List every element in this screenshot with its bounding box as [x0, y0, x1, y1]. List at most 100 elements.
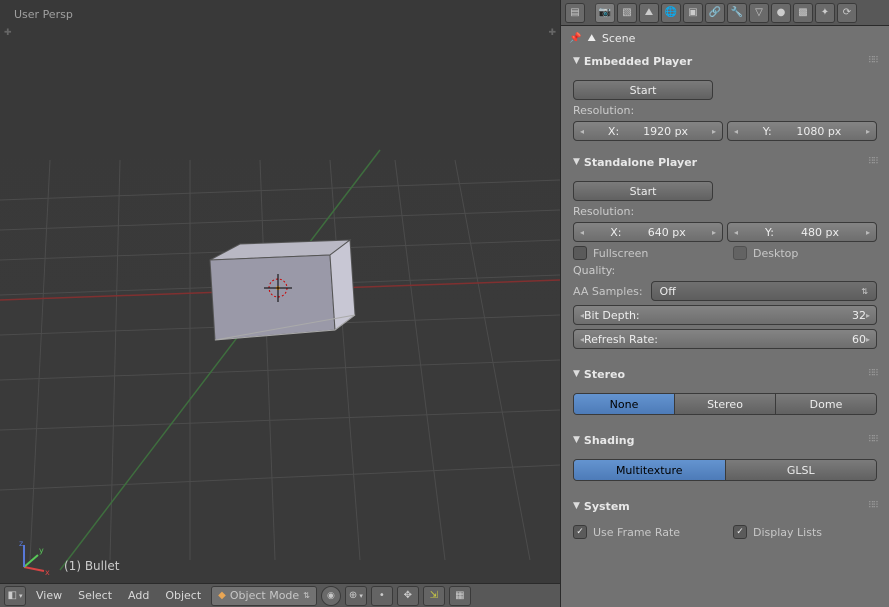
physics-icon: ⟳: [843, 7, 851, 18]
chevron-left-icon[interactable]: ◂: [734, 228, 738, 237]
physics-tab[interactable]: ⟳: [837, 3, 857, 23]
layers-icon: ▦: [455, 590, 464, 601]
fullscreen-label: Fullscreen: [593, 247, 648, 260]
embedded-res-x-field[interactable]: ◂ X: 1920 px ▸: [573, 121, 723, 141]
select-menu[interactable]: Select: [72, 589, 118, 602]
grip-icon[interactable]: ⠿⠿: [868, 369, 877, 379]
object-menu[interactable]: Object: [159, 589, 207, 602]
display-lists-checkbox[interactable]: [733, 525, 747, 539]
particles-tab[interactable]: ✦: [815, 3, 835, 23]
embedded-res-y-field[interactable]: ◂ Y: 1080 px ▸: [727, 121, 877, 141]
world-tab[interactable]: 🌐: [661, 3, 681, 23]
chevron-right-icon[interactable]: ▸: [866, 127, 870, 136]
panel-header-stereo[interactable]: ▼ Stereo ⠿⠿: [573, 363, 877, 385]
grip-icon[interactable]: ⠿⠿: [868, 435, 877, 445]
aa-samples-label: AA Samples:: [573, 285, 643, 298]
3d-viewport[interactable]: x y z User Persp ✚ ✚ (1) Bullet ◧▾ View …: [0, 0, 560, 607]
panel-title: Shading: [584, 434, 868, 447]
manipulator-toggle[interactable]: ✥: [397, 586, 419, 606]
chevron-right-icon[interactable]: ▸: [712, 127, 716, 136]
stereo-stereo-button[interactable]: Stereo: [675, 394, 776, 414]
stereo-mode-segmented: None Stereo Dome: [573, 393, 877, 415]
mesh-icon: ▽: [755, 7, 763, 18]
material-tab[interactable]: ●: [771, 3, 791, 23]
chevron-down-icon: ▾: [359, 592, 363, 600]
active-object-info: (1) Bullet: [64, 559, 119, 573]
shading-mode-button[interactable]: ◉: [321, 586, 341, 606]
standalone-res-x-field[interactable]: ◂ X: 640 px ▸: [573, 222, 723, 242]
modifiers-tab[interactable]: 🔧: [727, 3, 747, 23]
stereo-none-button[interactable]: None: [574, 394, 675, 414]
grip-icon[interactable]: ⠿⠿: [868, 56, 877, 66]
editor-type-selector[interactable]: ◧▾: [4, 586, 26, 606]
panel-header-embedded-player[interactable]: ▼ Embedded Player ⠿⠿: [573, 50, 877, 72]
pivot-lock-button[interactable]: •: [371, 586, 393, 606]
panel-header-system[interactable]: ▼ System ⠿⠿: [573, 495, 877, 517]
quality-label: Quality:: [573, 264, 877, 277]
mode-selector-label: Object Mode: [230, 589, 299, 602]
scene-object-cube[interactable]: [210, 240, 355, 340]
chevron-left-icon[interactable]: ◂: [734, 127, 738, 136]
chevron-right-icon[interactable]: ▸: [712, 228, 716, 237]
mode-selector[interactable]: ◆ Object Mode ⇅: [211, 586, 317, 606]
region-split-handle-tr[interactable]: ✚: [548, 28, 556, 38]
view-menu[interactable]: View: [30, 589, 68, 602]
aa-samples-select[interactable]: Off ⇅: [651, 281, 877, 301]
data-tab[interactable]: ▽: [749, 3, 769, 23]
standalone-start-button[interactable]: Start: [573, 181, 713, 201]
particles-icon: ✦: [821, 7, 829, 18]
embedded-resolution-label: Resolution:: [573, 104, 877, 117]
shading-glsl-button[interactable]: GLSL: [726, 460, 877, 480]
field-label: X:: [610, 226, 621, 239]
globe-icon: 🌐: [665, 7, 677, 18]
display-lists-label: Display Lists: [753, 526, 822, 539]
pivot-selector[interactable]: ⊕▾: [345, 586, 367, 606]
render-layers-tab[interactable]: ▧: [617, 3, 637, 23]
standalone-res-y-field[interactable]: ◂ Y: 480 px ▸: [727, 222, 877, 242]
pin-icon[interactable]: 📌: [569, 33, 581, 44]
chevron-right-icon[interactable]: ▸: [866, 311, 870, 320]
shading-multitexture-button[interactable]: Multitexture: [574, 460, 726, 480]
chevron-left-icon[interactable]: ◂: [580, 228, 584, 237]
chevron-down-icon: ▾: [19, 592, 23, 600]
refresh-rate-field[interactable]: ◂ Refresh Rate: 60 ▸: [573, 329, 877, 349]
bit-depth-field[interactable]: ◂ Bit Depth: 32 ▸: [573, 305, 877, 325]
disclosure-down-icon: ▼: [573, 157, 580, 167]
dot-icon: •: [379, 590, 385, 601]
chevron-right-icon[interactable]: ▸: [866, 228, 870, 237]
chevron-left-icon[interactable]: ◂: [580, 127, 584, 136]
stereo-dome-button[interactable]: Dome: [776, 394, 876, 414]
shading-panel: ▼ Shading ⠿⠿ Multitexture GLSL: [573, 429, 877, 489]
panel-header-standalone-player[interactable]: ▼ Standalone Player ⠿⠿: [573, 151, 877, 173]
panel-header-shading[interactable]: ▼ Shading ⠿⠿: [573, 429, 877, 451]
grip-icon[interactable]: ⠿⠿: [868, 157, 877, 167]
stereo-panel: ▼ Stereo ⠿⠿ None Stereo Dome: [573, 363, 877, 423]
image-icon: ▧: [622, 7, 631, 18]
add-menu[interactable]: Add: [122, 589, 155, 602]
panel-title: Standalone Player: [584, 156, 868, 169]
checker-icon: ▩: [798, 7, 807, 18]
manipulator-translate[interactable]: ⇲: [423, 586, 445, 606]
scene-tab[interactable]: ⛰: [639, 3, 659, 23]
texture-tab[interactable]: ▩: [793, 3, 813, 23]
constraints-tab[interactable]: 🔗: [705, 3, 725, 23]
disclosure-down-icon: ▼: [573, 369, 580, 379]
layers-button[interactable]: ▦: [449, 586, 471, 606]
fullscreen-checkbox[interactable]: [573, 246, 587, 260]
axes-icon: ✥: [404, 590, 412, 601]
grip-icon[interactable]: ⠿⠿: [868, 501, 877, 511]
chain-icon: 🔗: [709, 7, 721, 18]
field-label: Y:: [763, 125, 772, 138]
chevron-right-icon[interactable]: ▸: [866, 335, 870, 344]
svg-text:x: x: [45, 568, 50, 577]
breadcrumb-scene[interactable]: Scene: [602, 32, 636, 45]
use-frame-rate-checkbox[interactable]: [573, 525, 587, 539]
disclosure-down-icon: ▼: [573, 435, 580, 445]
object-tab[interactable]: ▣: [683, 3, 703, 23]
region-split-handle[interactable]: ✚: [4, 28, 12, 38]
render-tab[interactable]: 📷: [595, 3, 615, 23]
axes-icon: ⇲: [430, 590, 438, 601]
embedded-start-button[interactable]: Start: [573, 80, 713, 100]
datablock-breadcrumb: 📌 ⛰ Scene: [561, 26, 889, 50]
editor-type-selector[interactable]: ▤: [565, 3, 585, 23]
